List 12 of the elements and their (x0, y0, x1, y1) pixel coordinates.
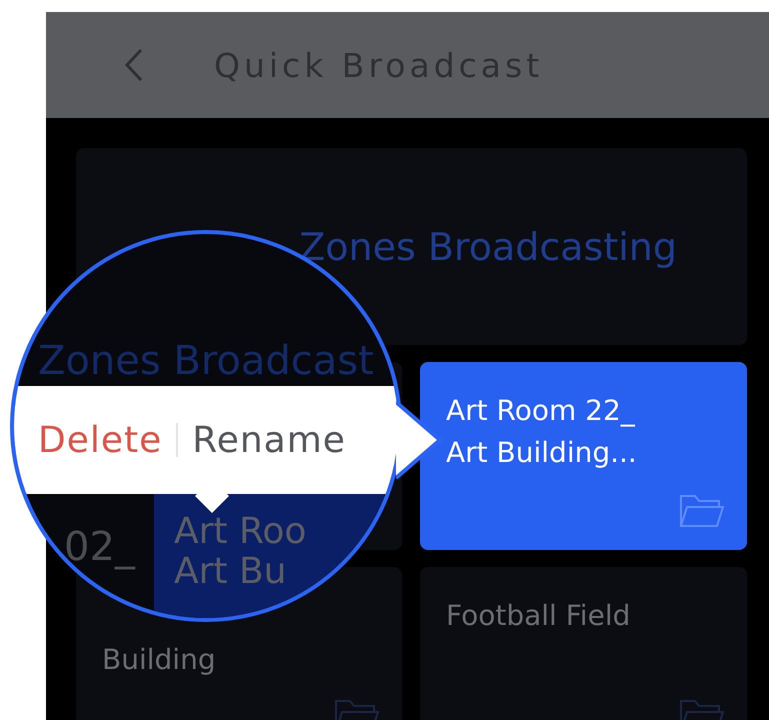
broadcast-label: Zones Broadcasting (299, 224, 677, 268)
delete-button[interactable]: Delete (38, 420, 162, 460)
folder-icon (679, 492, 725, 528)
zone-name: Building (102, 642, 217, 678)
zone-name: Art Room 22_ Art Building... (446, 393, 638, 471)
rename-button[interactable]: Rename (192, 420, 346, 460)
zone-name: Football Field (446, 598, 632, 634)
back-icon[interactable] (124, 48, 144, 82)
magnified-card-text: Art Roo (174, 512, 306, 552)
zone-card[interactable]: Art Room 22_ Art Building... (420, 362, 747, 550)
magnified-label: 02_ (64, 524, 135, 570)
zone-card[interactable]: Football Field (420, 567, 747, 720)
